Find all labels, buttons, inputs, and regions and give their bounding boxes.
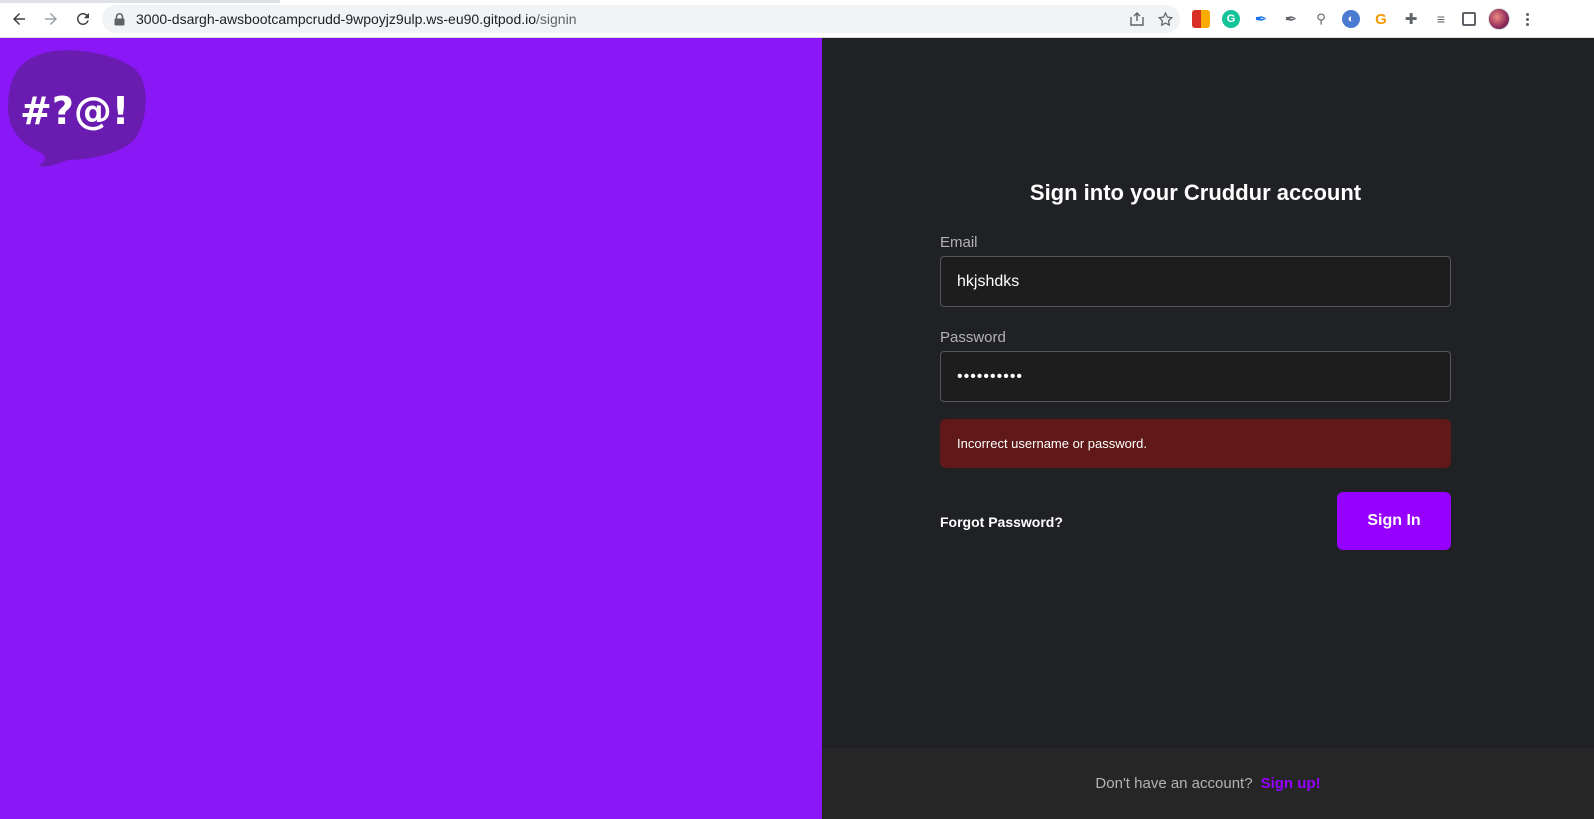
email-field[interactable]: hkjshdks — [940, 256, 1451, 307]
compass-extension-icon[interactable]: ◐ — [1342, 10, 1360, 28]
g-orange-icon[interactable]: G — [1372, 10, 1390, 28]
feather-blue-icon[interactable]: ✒ — [1252, 10, 1270, 28]
grammarly-icon[interactable]: G — [1222, 10, 1240, 28]
brand-panel: #?@! — [0, 38, 822, 819]
feather-gray-icon[interactable]: ✒ — [1282, 10, 1300, 28]
signin-panel: Sign into your Cruddur account Email hkj… — [822, 38, 1594, 819]
signup-prompt: Don't have an account? — [1095, 775, 1253, 792]
email-label: Email — [940, 234, 978, 251]
reading-list-icon[interactable]: ≡ — [1432, 10, 1450, 28]
url-path: /signin — [536, 11, 577, 27]
logo: #?@! — [8, 50, 146, 167]
signup-footer: Don't have an account? Sign up! — [822, 748, 1594, 819]
sign-up-link[interactable]: Sign up! — [1261, 775, 1321, 792]
password-label: Password — [940, 329, 1006, 346]
tab-strip-edge — [0, 0, 280, 3]
extension-tiles-icon[interactable] — [1192, 10, 1210, 28]
logo-text: #?@! — [20, 89, 129, 133]
profile-avatar[interactable] — [1488, 8, 1510, 30]
bicycle-icon[interactable]: ⚲ — [1312, 10, 1330, 28]
back-button[interactable] — [6, 6, 32, 32]
sign-in-button[interactable]: Sign In — [1337, 492, 1451, 550]
extensions-puzzle-icon[interactable]: ✚ — [1402, 10, 1420, 28]
lock-icon[interactable] — [114, 12, 126, 26]
star-icon[interactable] — [1156, 10, 1174, 28]
password-field[interactable]: •••••••••• — [940, 351, 1451, 402]
kebab-menu-icon[interactable] — [1526, 12, 1529, 26]
arrow-right-icon — [45, 12, 57, 25]
reload-icon — [76, 12, 89, 25]
reload-button[interactable] — [70, 6, 96, 32]
forward-button[interactable] — [38, 6, 64, 32]
forgot-password-link[interactable]: Forgot Password? — [940, 514, 1063, 530]
share-icon[interactable] — [1128, 10, 1146, 28]
error-message: Incorrect username or password. — [940, 419, 1451, 468]
side-panel-icon[interactable] — [1462, 12, 1476, 26]
url-host: 3000-dsargh-awsbootcampcrudd-9wpoyjz9ulp… — [136, 11, 537, 27]
page-title: Sign into your Cruddur account — [1029, 180, 1362, 205]
arrow-left-icon — [13, 12, 25, 25]
address-bar[interactable]: 3000-dsargh-awsbootcampcrudd-9wpoyjz9ulp… — [102, 5, 1180, 33]
browser-toolbar: 3000-dsargh-awsbootcampcrudd-9wpoyjz9ulp… — [0, 0, 1594, 38]
url-text: 3000-dsargh-awsbootcampcrudd-9wpoyjz9ulp… — [136, 11, 576, 27]
extensions-bar: G ✒ ✒ ⚲ ◐ G ✚ ≡ — [1192, 6, 1529, 32]
